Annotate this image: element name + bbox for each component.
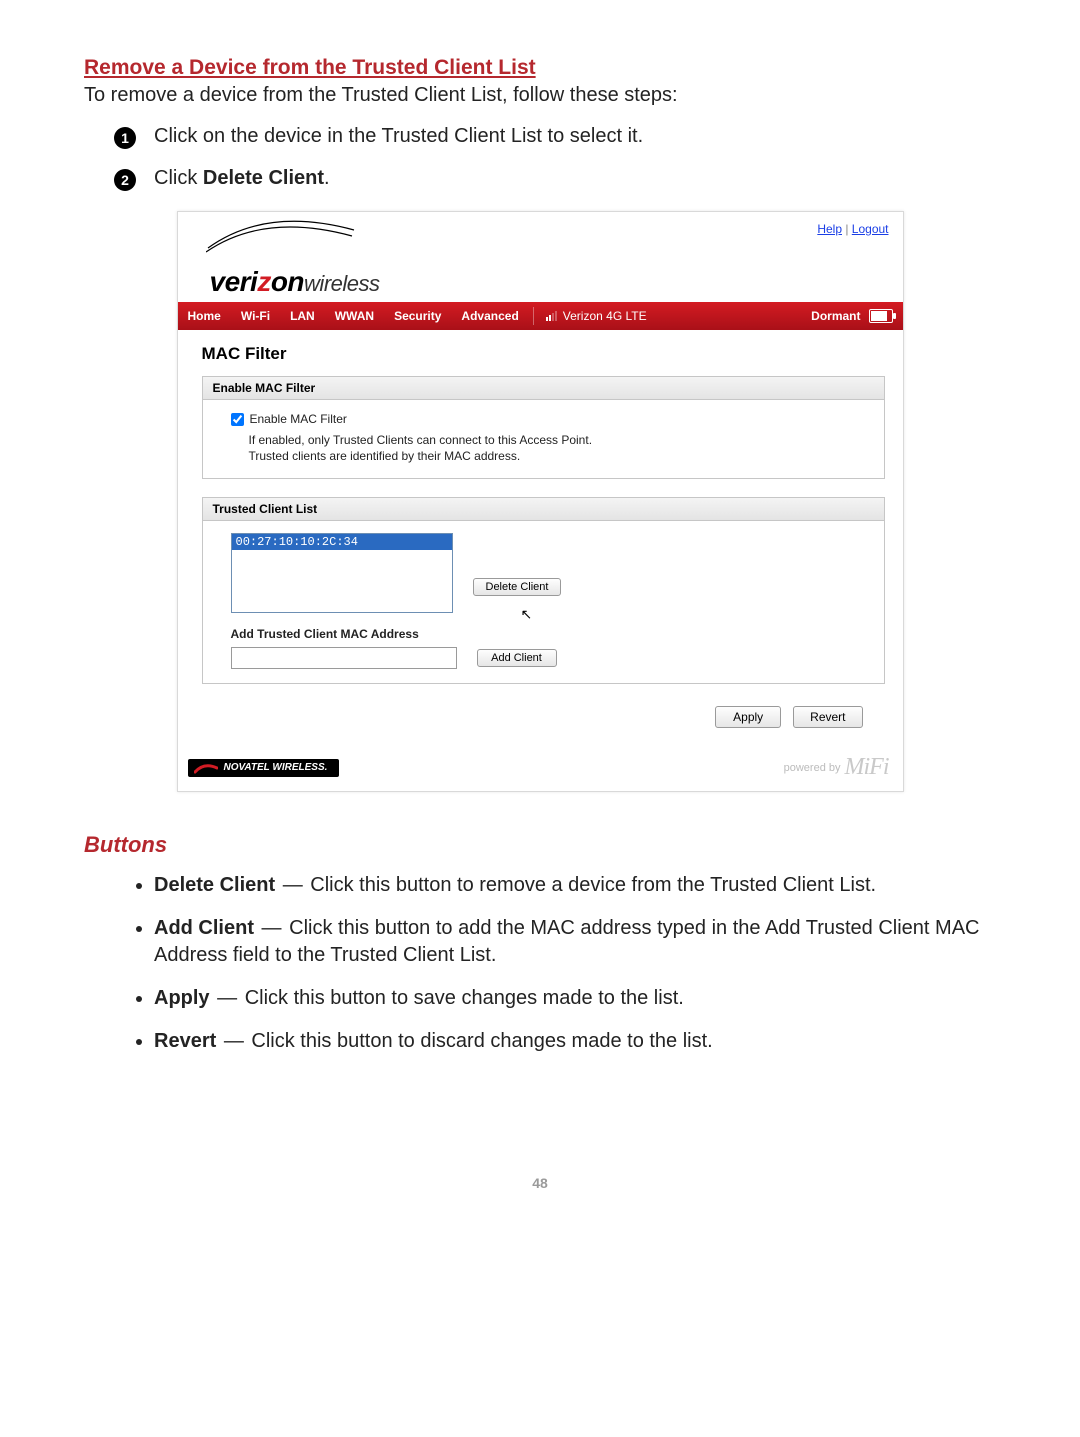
desc-text: Click this button to discard changes mad… [251,1030,712,1052]
logout-link[interactable]: Logout [852,222,889,236]
desc-apply: Apply — Click this button to save change… [154,985,996,1012]
desc-name: Apply [154,987,210,1009]
top-links: Help | Logout [178,212,903,236]
desc-text: Click this button to remove a device fro… [310,874,876,896]
desc-text: Click this button to save changes made t… [245,987,684,1009]
nav-lan[interactable]: LAN [280,302,325,330]
desc-name: Delete Client [154,874,275,896]
brand-wireless: wireless [304,271,379,296]
signal-bars-icon [546,311,557,321]
trusted-client-item[interactable]: 00:27:10:10:2C:34 [232,534,452,550]
step-text-post: . [324,167,330,189]
powered-label: powered by [784,762,841,774]
section-subtitle: To remove a device from the Trusted Clie… [84,84,996,107]
apply-button[interactable]: Apply [715,706,781,728]
enable-mac-label: Enable MAC Filter [250,412,347,426]
brand-area: verizonwireless [178,236,903,302]
nav-advanced[interactable]: Advanced [451,302,528,330]
delete-client-button[interactable]: Delete Client [473,578,562,596]
enable-mac-panel: Enable MAC Filter Enable MAC Filter If e… [202,376,885,479]
step-text-bold: Delete Client [203,167,324,189]
add-mac-input[interactable] [231,647,457,669]
step-2: 2 Click Delete Client. [114,167,996,191]
novatel-text: NOVATEL WIRELESS. [224,762,328,773]
desc-name: Add Client [154,917,254,939]
panel-header: Enable MAC Filter [203,377,884,400]
battery-icon [869,309,893,323]
add-client-button[interactable]: Add Client [477,649,557,667]
brand-veri: veri [210,266,258,297]
enable-mac-note1: If enabled, only Trusted Clients can con… [249,432,866,448]
enable-mac-checkbox[interactable] [231,413,244,426]
status-area: Verizon 4G LTE [534,309,659,323]
buttons-section-title: Buttons [84,832,996,858]
trusted-client-panel: Trusted Client List 00:27:10:10:2C:34 De… [202,497,885,684]
enable-mac-note2: Trusted clients are identified by their … [249,448,866,464]
novatel-swoosh-icon [194,762,218,774]
em-dash: — [254,917,289,939]
desc-delete-client: Delete Client — Click this button to rem… [154,872,996,899]
desc-add-client: Add Client — Click this button to add th… [154,915,996,969]
brand-z: z [257,266,271,297]
carrier-label: Verizon 4G LTE [563,309,647,323]
desc-name: Revert [154,1030,216,1052]
step-text: Click Delete Client. [154,167,330,190]
novatel-badge: NOVATEL WIRELESS. [188,759,340,777]
nav-wwan[interactable]: WWAN [325,302,384,330]
em-dash: — [210,987,245,1009]
footer-bar: NOVATEL WIRELESS. powered by MiFi [178,748,903,791]
powered-by: powered by MiFi [784,754,889,781]
page-title: MAC Filter [202,344,885,364]
page-number: 48 [84,1175,996,1191]
mifi-logo: MiFi [845,754,889,781]
screenshot-panel: Help | Logout verizonwireless Home Wi-Fi… [177,211,904,792]
nav-wifi[interactable]: Wi-Fi [231,302,280,330]
revert-button[interactable]: Revert [793,706,862,728]
section-title: Remove a Device from the Trusted Client … [84,56,996,80]
nav-home[interactable]: Home [178,302,231,330]
step-number-icon: 2 [114,169,136,191]
cursor-icon: ↖ [521,606,610,623]
nav-bar: Home Wi-Fi LAN WWAN Security Advanced Ve… [178,302,903,330]
em-dash: — [275,874,310,896]
em-dash: — [216,1030,251,1052]
panel-header: Trusted Client List [203,498,884,521]
steps-list: 1 Click on the device in the Trusted Cli… [84,125,996,191]
dormant-label: Dormant [811,309,860,323]
nav-security[interactable]: Security [384,302,451,330]
brand-on: on [271,266,304,297]
buttons-description-list: Delete Client — Click this button to rem… [84,872,996,1055]
action-row: Apply Revert [202,702,885,748]
step-1: 1 Click on the device in the Trusted Cli… [114,125,996,149]
step-number-icon: 1 [114,127,136,149]
step-text-pre: Click [154,167,203,189]
trusted-client-listbox[interactable]: 00:27:10:10:2C:34 [231,533,453,613]
step-text: Click on the device in the Trusted Clien… [154,125,643,148]
help-link[interactable]: Help [817,222,842,236]
brand-logo: verizonwireless [210,266,380,298]
desc-revert: Revert — Click this button to discard ch… [154,1028,996,1055]
add-client-header: Add Trusted Client MAC Address [231,627,866,641]
